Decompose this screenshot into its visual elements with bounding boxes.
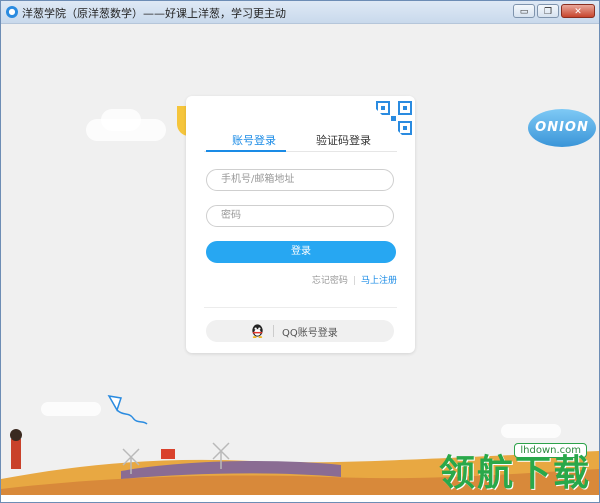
tab-account-login[interactable]: 账号登录 <box>232 132 276 148</box>
section-divider <box>204 307 397 308</box>
login-card: 账号登录 验证码登录 手机号/邮箱地址 密码 登录 忘记密码 | 马上注册 QQ… <box>186 96 415 353</box>
app-logo-icon: ● <box>6 6 18 18</box>
forgot-password-link[interactable]: 忘记密码 <box>312 276 348 286</box>
window-title: 洋葱学院（原洋葱数学）——好课上洋葱，学习更主动 <box>22 7 286 20</box>
qq-penguin-icon <box>252 324 263 338</box>
close-button[interactable]: ✕ <box>561 4 595 18</box>
password-input[interactable]: 密码 <box>206 205 394 227</box>
cloud-decoration <box>101 109 141 131</box>
title-bar[interactable]: ● 洋葱学院（原洋葱数学）——好课上洋葱，学习更主动 ▭ ❐ ✕ <box>1 1 599 24</box>
tab-code-login[interactable]: 验证码登录 <box>316 132 371 148</box>
login-button[interactable]: 登录 <box>206 241 396 263</box>
register-link[interactable]: 马上注册 <box>361 276 397 286</box>
window-controls: ▭ ❐ ✕ <box>513 4 595 18</box>
onion-blimp: ONION <box>528 109 596 147</box>
qq-login-label: QQ账号登录 <box>282 328 338 339</box>
link-separator: | <box>352 276 356 286</box>
main-content: ONION 账号登录 验证码登录 手机号/邮箱地址 密码 登录 忘记密码 | 马… <box>1 24 599 502</box>
cloud-decoration <box>41 402 101 416</box>
account-links: 忘记密码 | 马上注册 <box>312 273 397 286</box>
app-window: ● 洋葱学院（原洋葱数学）——好课上洋葱，学习更主动 ▭ ❐ ✕ ONION 账… <box>0 0 600 503</box>
active-tab-indicator <box>206 150 286 152</box>
restore-button[interactable]: ❐ <box>537 4 559 18</box>
minimize-button[interactable]: ▭ <box>513 4 535 18</box>
account-input[interactable]: 手机号/邮箱地址 <box>206 169 394 191</box>
qq-separator <box>273 325 274 337</box>
qq-login-button[interactable]: QQ账号登录 <box>206 320 394 342</box>
watermark-logo: 领航下载 <box>438 453 591 494</box>
